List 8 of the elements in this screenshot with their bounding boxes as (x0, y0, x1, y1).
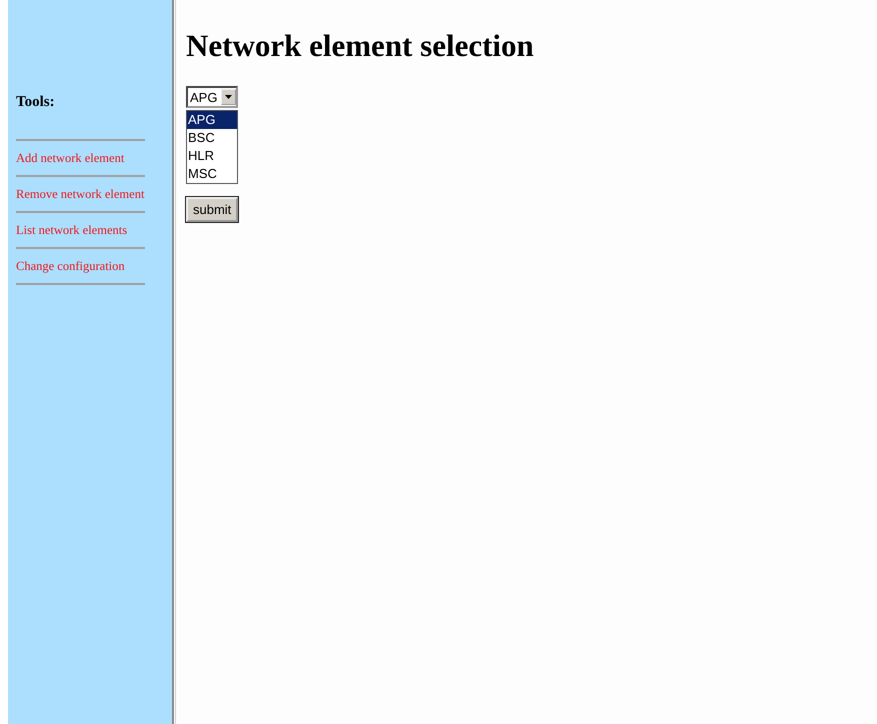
dropdown[interactable]: APG (186, 86, 238, 108)
dropdown-option[interactable]: MSC (187, 165, 237, 183)
dropdown-option[interactable]: BSC (187, 129, 237, 147)
submit-button[interactable]: submit (186, 197, 238, 222)
page-heading: Network element selection (186, 28, 535, 64)
dropdown-option[interactable]: HLR (187, 147, 237, 165)
dropdown-option[interactable]: APG (187, 111, 237, 129)
sidebar-title: Tools: (16, 94, 56, 111)
